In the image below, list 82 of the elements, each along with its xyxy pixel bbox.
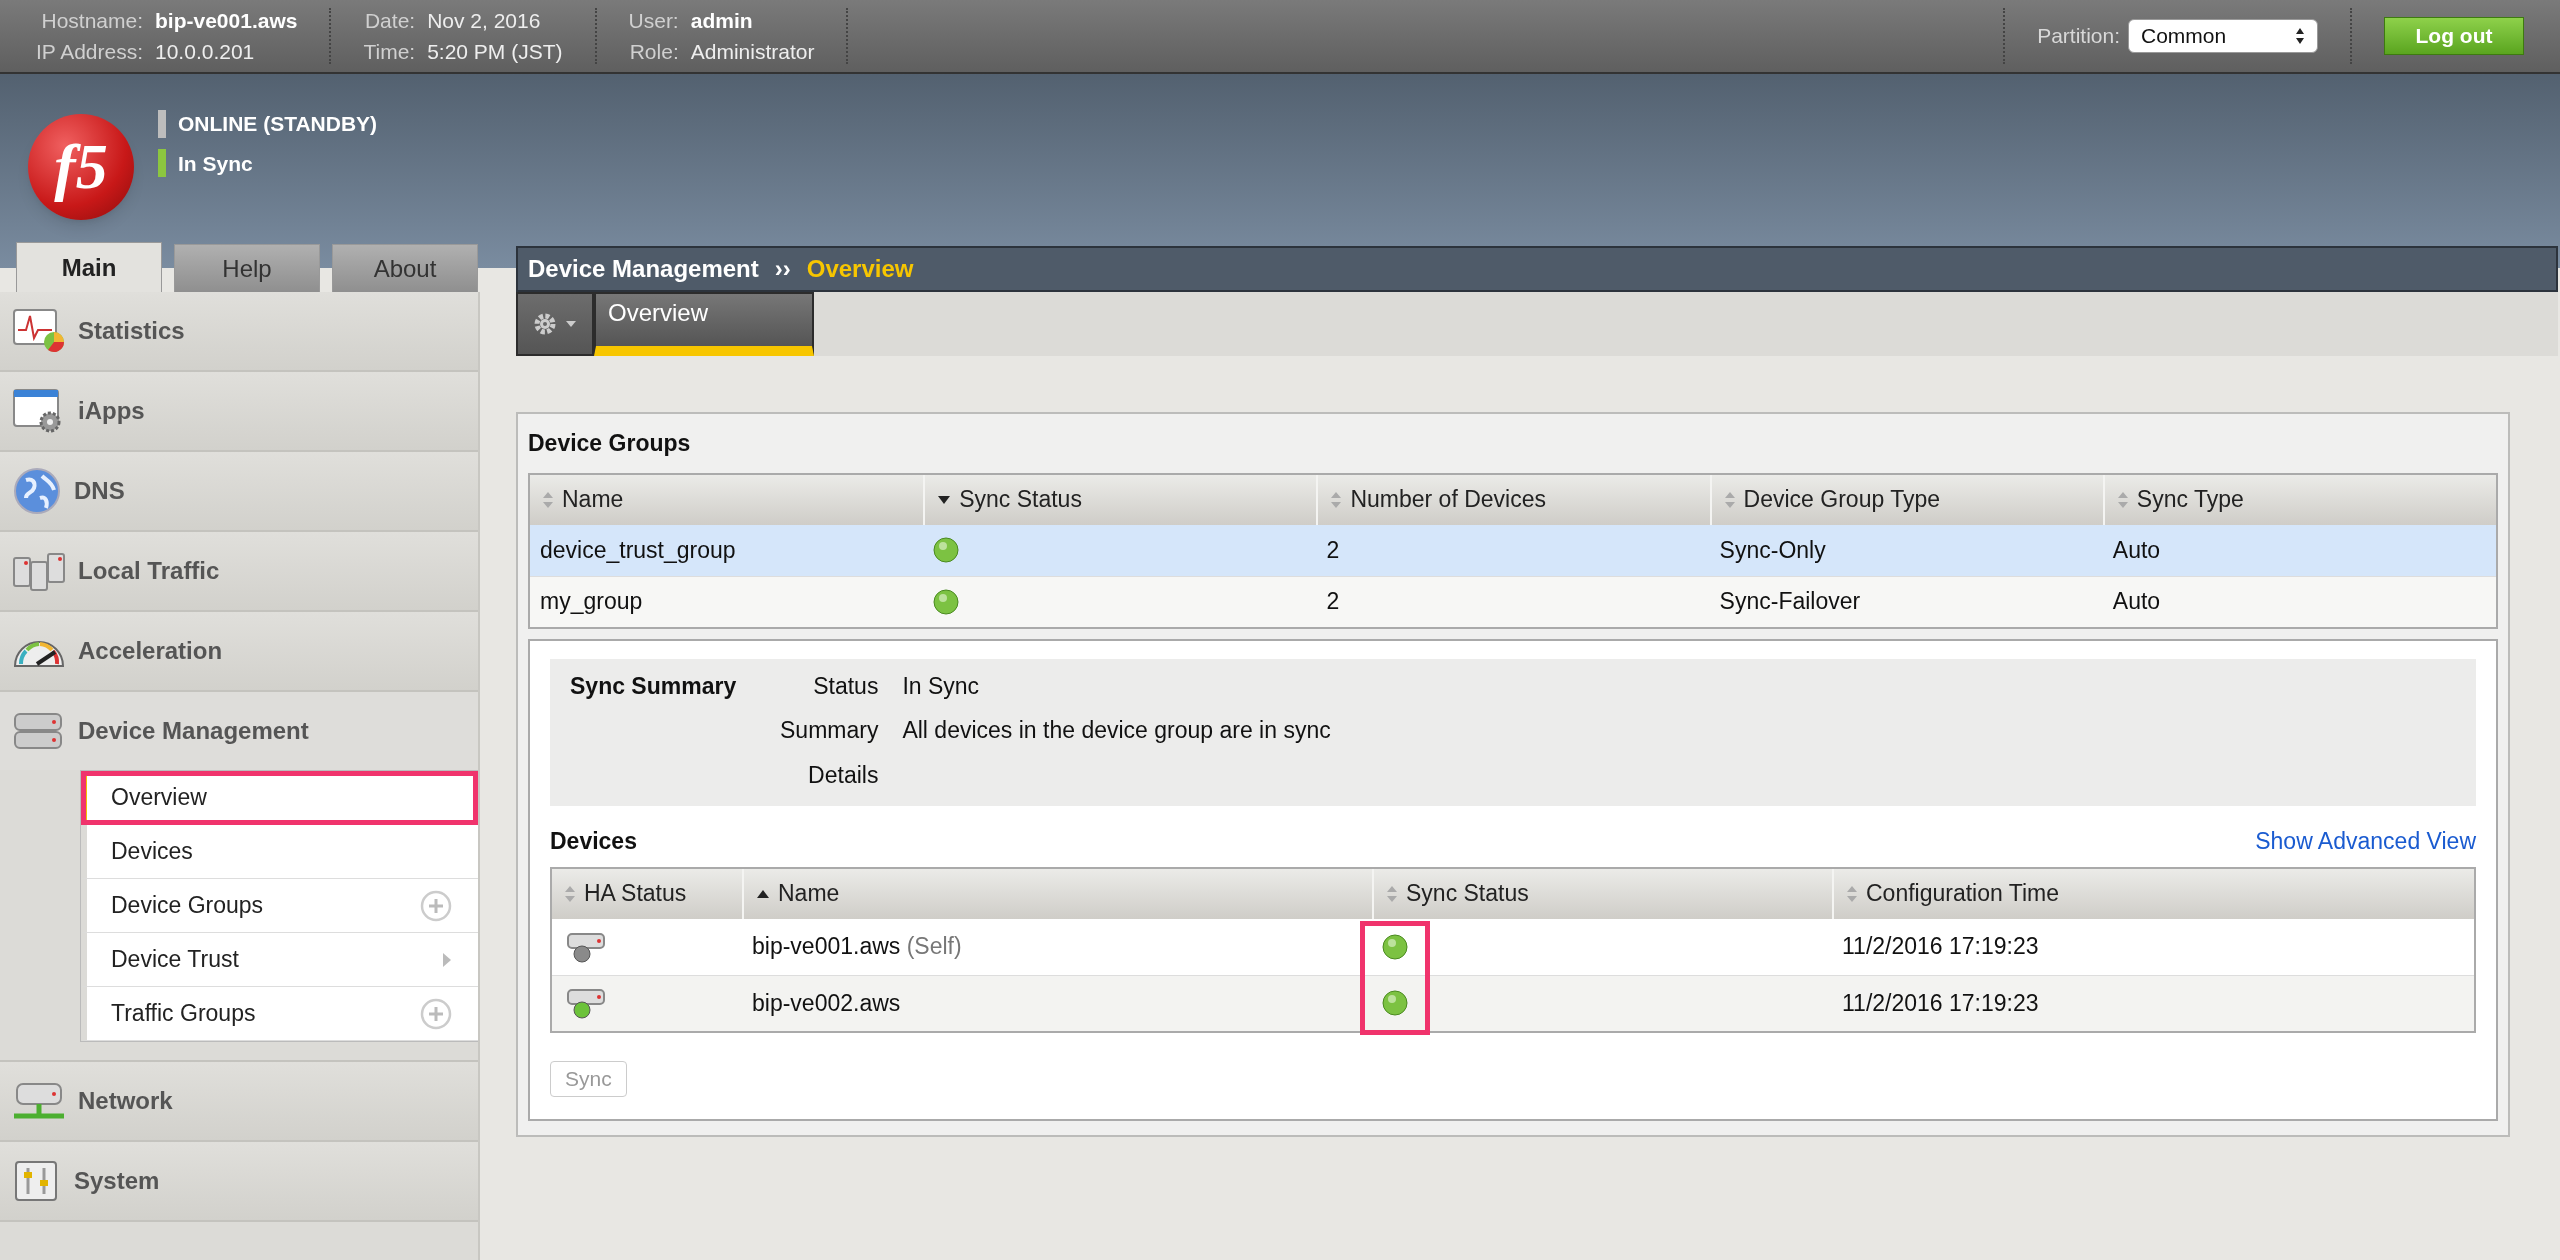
nav-item[interactable]: Acceleration bbox=[0, 612, 478, 690]
section-title: Device Groups bbox=[528, 429, 692, 458]
column-header[interactable]: Number of Devices bbox=[1316, 474, 1710, 525]
info-value: admin bbox=[690, 7, 754, 34]
nav-item[interactable]: Statistics bbox=[0, 292, 478, 370]
status-dot-icon bbox=[933, 537, 960, 563]
status-dot-icon bbox=[1382, 933, 1408, 960]
submenu-item[interactable]: Traffic Groups bbox=[81, 987, 478, 1041]
partition-label: Partition: bbox=[2037, 23, 2120, 50]
select-arrows-icon bbox=[2295, 26, 2305, 46]
table-row[interactable]: my_group 2 Sync-Failover Auto bbox=[530, 575, 2496, 627]
submenu-item[interactable]: Device Groups bbox=[81, 879, 478, 933]
table-cell-text: 2 bbox=[1325, 587, 1341, 617]
table-cell-text: Auto bbox=[2111, 535, 2162, 565]
section-title: Devices bbox=[550, 827, 637, 856]
partition-select[interactable]: Common bbox=[2128, 19, 2318, 53]
info-value: 5:20 PM (JST) bbox=[427, 39, 563, 65]
table-cell-text: bip-ve001.aws (Self) bbox=[751, 932, 963, 962]
device-status-icon bbox=[566, 986, 606, 1020]
column-header[interactable]: Sync Status bbox=[1372, 868, 1832, 919]
column-header[interactable]: Configuration Time bbox=[1832, 868, 2474, 919]
logo: f5 bbox=[28, 114, 134, 220]
info-value: 10.0.0.201 bbox=[155, 39, 256, 65]
column-header[interactable]: Sync Status bbox=[923, 474, 1317, 525]
table-cell-text: 2 bbox=[1325, 535, 1341, 565]
nav-item[interactable]: System bbox=[0, 1142, 478, 1220]
nav-item[interactable]: iApps bbox=[0, 372, 478, 450]
settings-menu-button[interactable] bbox=[516, 292, 594, 356]
globe-icon bbox=[12, 466, 62, 516]
info-label: Date: bbox=[363, 7, 416, 34]
subtab[interactable]: Overview bbox=[594, 292, 814, 356]
submenu-item[interactable]: Devices bbox=[81, 825, 478, 879]
status-text: ONLINE (STANDBY) bbox=[178, 111, 378, 137]
tab[interactable]: Main bbox=[16, 242, 162, 292]
breadcrumb-separator: ›› bbox=[774, 254, 791, 284]
column-header[interactable]: Sync Type bbox=[2102, 474, 2496, 525]
summary-value: All devices in the device group are in sync bbox=[902, 716, 1331, 745]
breadcrumb-current: Overview bbox=[806, 254, 914, 284]
info-label: Hostname: bbox=[40, 7, 143, 34]
tab[interactable]: Help bbox=[174, 244, 320, 292]
submenu-item[interactable]: Overview bbox=[81, 771, 478, 825]
breadcrumb-parent[interactable]: Device Management bbox=[528, 251, 759, 287]
summary-label: Details bbox=[807, 760, 879, 790]
nav-item[interactable]: Network bbox=[0, 1062, 478, 1140]
summary-title: Sync Summary bbox=[570, 671, 738, 701]
column-header[interactable]: Device Group Type bbox=[1709, 474, 2103, 525]
info-label: User: bbox=[628, 7, 679, 34]
column-header[interactable]: Name bbox=[530, 474, 924, 525]
column-header[interactable]: HA Status bbox=[552, 868, 742, 919]
summary-label: Summary bbox=[780, 716, 879, 745]
table-cell-text: device_trust_group bbox=[539, 535, 737, 565]
info-label: Role: bbox=[628, 39, 679, 65]
status-dot-icon bbox=[1382, 990, 1408, 1016]
table-cell-text: 11/2/2016 17:19:23 bbox=[1841, 932, 2040, 962]
table-cell-text: Sync-Failover bbox=[1718, 587, 1862, 617]
nav-item[interactable]: DNS bbox=[0, 452, 478, 530]
submenu-item[interactable]: Device Trust bbox=[81, 933, 478, 987]
add-icon[interactable] bbox=[420, 889, 452, 922]
table-row[interactable]: device_trust_group 2 Sync-Only Auto bbox=[530, 524, 2496, 576]
add-icon[interactable] bbox=[420, 997, 452, 1030]
chevron-right-icon bbox=[442, 951, 452, 968]
summary-value: In Sync bbox=[902, 671, 981, 701]
nav-item[interactable]: Local Traffic bbox=[0, 532, 478, 610]
table-cell-text: Sync-Only bbox=[1718, 535, 1827, 565]
caret-icon bbox=[565, 320, 577, 328]
tab[interactable]: About bbox=[332, 244, 478, 292]
status-text: In Sync bbox=[178, 150, 253, 177]
info-value: bip-ve001.aws bbox=[155, 7, 298, 34]
column-header[interactable]: Name bbox=[742, 868, 1372, 919]
table-cell-text: Auto bbox=[2111, 587, 2162, 617]
chart-icon bbox=[12, 308, 66, 354]
status-dot-icon bbox=[933, 588, 960, 615]
table-cell-text: 11/2/2016 17:19:23 bbox=[1841, 988, 2040, 1018]
info-value: Nov 2, 2016 bbox=[427, 7, 542, 34]
table-cell-text: bip-ve002.aws bbox=[751, 988, 902, 1018]
settings-icon bbox=[533, 312, 557, 336]
info-label: IP Address: bbox=[36, 39, 143, 65]
table-cell-text: my_group bbox=[539, 587, 644, 617]
info-value: Administrator bbox=[690, 39, 815, 65]
info-label: Time: bbox=[363, 39, 416, 65]
advanced-view-link[interactable]: Show Advanced View bbox=[2255, 824, 2476, 859]
summary-label: Status bbox=[812, 671, 879, 701]
